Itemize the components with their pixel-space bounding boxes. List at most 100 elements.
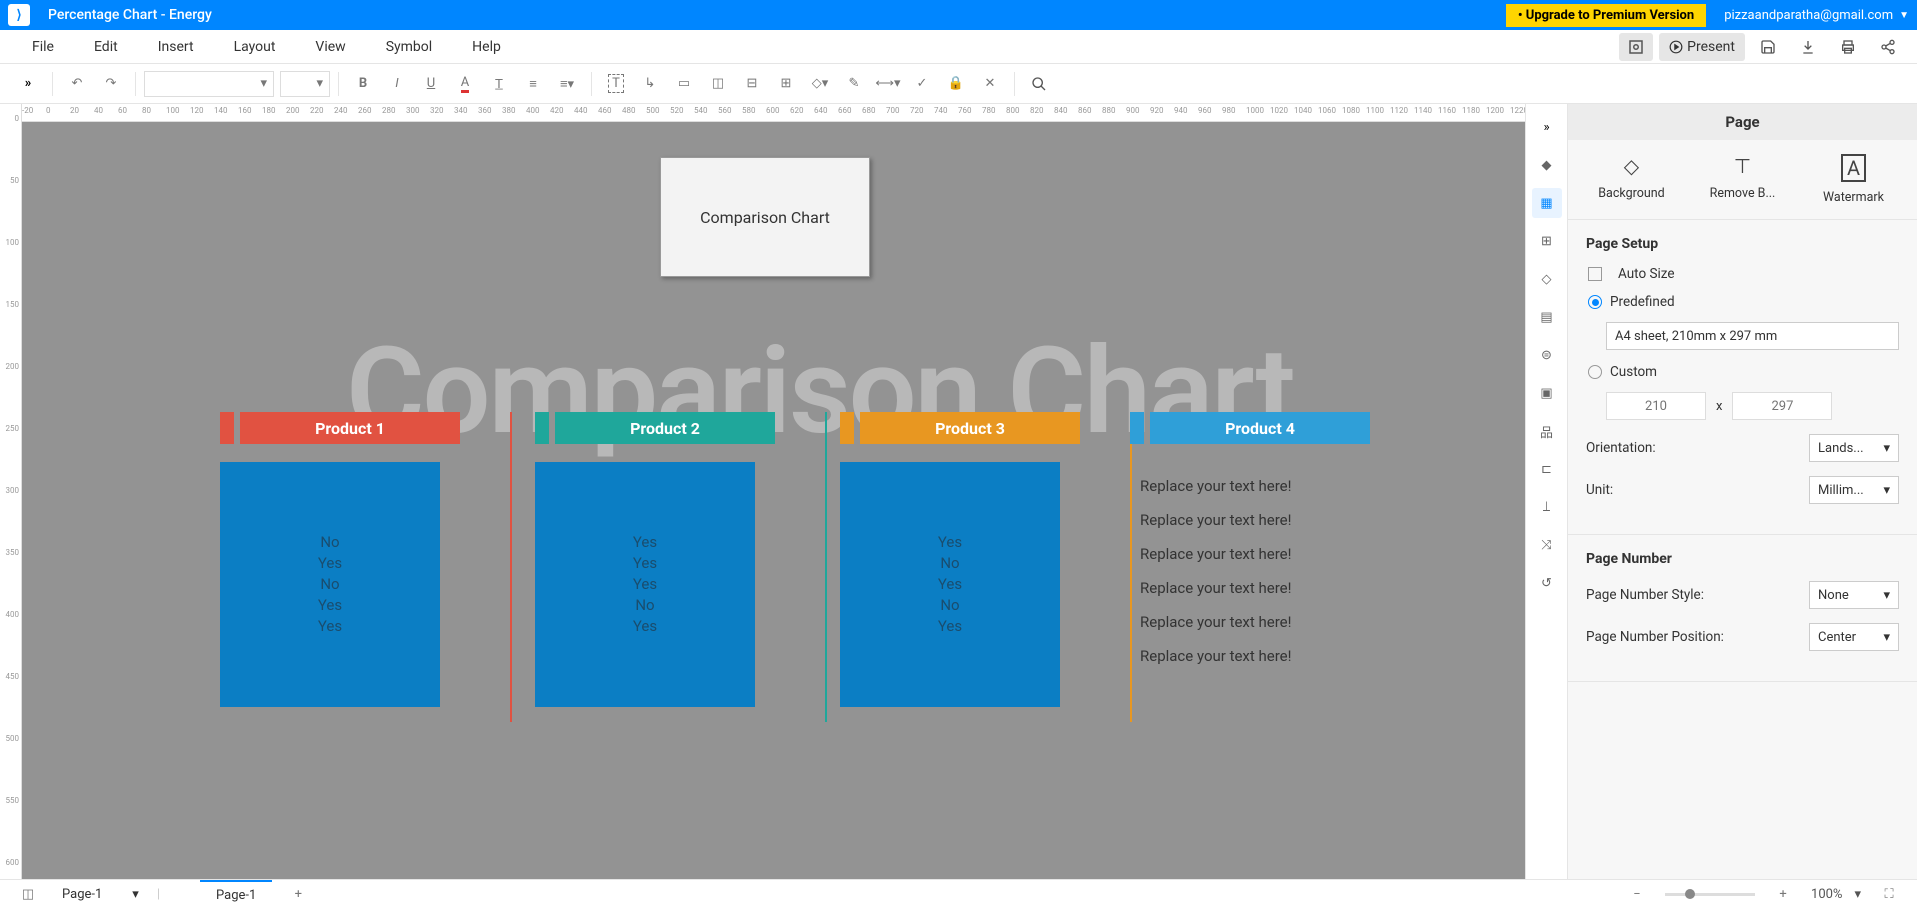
ruler-icon[interactable]: ⟘ [1532,492,1562,522]
pagenum-style-label: Page Number Style: [1586,587,1809,603]
image-icon[interactable]: ▣ [1532,378,1562,408]
collapse-panel-icon[interactable]: » [1532,112,1562,142]
watermark-icon: A [1841,154,1866,182]
background-action[interactable]: ◇Background [1576,154,1687,205]
fullscreen-icon[interactable]: ⛶ [1873,880,1905,910]
page-dropdown[interactable]: Page-1▾ [54,887,147,902]
add-page-icon[interactable]: + [282,880,314,910]
panel-toggle-icon[interactable]: ◫ [12,880,44,910]
shuffle-icon[interactable]: ⤨ [1532,530,1562,560]
zoom-out-icon[interactable]: − [1621,880,1653,910]
theme-icon[interactable]: ◆ [1532,150,1562,180]
user-dropdown-icon[interactable]: ▼ [1899,10,1909,21]
app-logo[interactable]: ⟩ [8,4,30,26]
user-email[interactable]: pizzaandparatha@gmail.com [1724,8,1893,23]
italic-icon[interactable]: I [381,69,413,99]
predefined-radio[interactable]: Predefined [1588,294,1899,310]
product-block-1[interactable]: Product 1NoYesNoYesYes [220,412,460,707]
product-block-3[interactable]: Product 3YesNoYesNoYes [840,412,1080,707]
shapes-panel-icon[interactable]: ⊞ [1532,226,1562,256]
download-icon[interactable] [1791,33,1825,61]
font-family-select[interactable]: ▾ [144,71,274,97]
product-row: Yes [318,553,342,574]
connector-icon[interactable]: ↳ [634,69,666,99]
line-color-icon[interactable]: ✎ [838,69,870,99]
product-row: Yes [318,595,342,616]
font-color-icon[interactable]: A [449,69,481,99]
replace-text-row[interactable]: Replace your text here! [1140,647,1291,665]
tree-icon[interactable]: 品 [1532,416,1562,446]
replace-text-row[interactable]: Replace your text here! [1140,613,1291,631]
menu-insert[interactable]: Insert [138,39,214,55]
menu-symbol[interactable]: Symbol [366,39,452,55]
unit-select[interactable]: Millim...▾ [1809,476,1899,504]
menu-file[interactable]: File [12,39,74,55]
orientation-select[interactable]: Lands...▾ [1809,434,1899,462]
replace-text-row[interactable]: Replace your text here! [1140,545,1291,563]
history-icon[interactable]: ↺ [1532,568,1562,598]
replace-text-row[interactable]: Replace your text here! [1140,579,1291,597]
replace-text-row[interactable]: Replace your text here! [1140,511,1291,529]
share-icon[interactable] [1871,33,1905,61]
redo-icon[interactable]: ↷ [95,69,127,99]
page-tab[interactable]: Page-1 [200,880,272,910]
remove-bg-action[interactable]: ⊤Remove B... [1687,154,1798,205]
undo-icon[interactable]: ↶ [61,69,93,99]
statusbar: ◫ Page-1▾ | Page-1 + − + 100%▾ ⛶ [0,879,1917,909]
focus-mode-button[interactable] [1619,33,1653,61]
print-icon[interactable] [1831,33,1865,61]
menu-view[interactable]: View [295,39,365,55]
line-style-icon[interactable]: ⟷▾ [872,69,904,99]
upgrade-button[interactable]: • Upgrade to Premium Version [1506,4,1706,27]
menu-layout[interactable]: Layout [214,39,296,55]
menu-help[interactable]: Help [452,39,521,55]
shape-icon[interactable]: ▭ [668,69,700,99]
pagenum-style-select[interactable]: None▾ [1809,581,1899,609]
document-title: Percentage Chart - Energy [48,7,1506,23]
page-settings-icon[interactable]: ▦ [1532,188,1562,218]
align-text-icon[interactable]: ≡ [517,69,549,99]
object-icon[interactable]: ⊏ [1532,454,1562,484]
product-block-2[interactable]: Product 2YesYesYesNoYes [535,412,775,707]
text-tool-icon[interactable]: T [600,69,632,99]
zoom-in-icon[interactable]: + [1767,880,1799,910]
line-spacing-icon[interactable]: ≡▾ [551,69,583,99]
page-setup-heading: Page Setup [1586,236,1899,252]
product-block-4[interactable]: Product 4 [1130,412,1370,462]
fill-icon[interactable]: ◇▾ [804,69,836,99]
replace-text-row[interactable]: Replace your text here! [1140,477,1291,495]
underline-icon[interactable]: U [415,69,447,99]
save-icon[interactable] [1751,33,1785,61]
tools-icon[interactable]: ✕ [974,69,1006,99]
height-input[interactable] [1732,392,1832,420]
product-header-label: Product 1 [240,412,460,444]
expand-toolbar-icon[interactable]: » [12,69,44,99]
present-button[interactable]: Present [1659,33,1745,61]
search-icon[interactable] [1023,69,1055,99]
group-icon[interactable]: ◫ [702,69,734,99]
menu-edit[interactable]: Edit [74,39,138,55]
orientation-label: Orientation: [1586,440,1809,456]
lock-icon[interactable]: 🔒 [940,69,972,99]
zoom-value: 100% [1811,887,1842,902]
canvas[interactable]: Comparison Chart Comparison Chart Produc… [22,122,1525,879]
highlight-icon[interactable]: T̲ [483,69,515,99]
product-row: No [940,553,959,574]
font-size-select[interactable]: ▾ [280,71,330,97]
distribute-icon[interactable]: ⊞ [770,69,802,99]
data-icon[interactable]: ⊜ [1532,340,1562,370]
layers-icon[interactable]: ◇ [1532,264,1562,294]
auto-size-checkbox[interactable]: Auto Size [1588,266,1899,282]
outline-icon[interactable]: ▤ [1532,302,1562,332]
product-row: No [940,595,959,616]
zoom-slider[interactable] [1665,893,1755,896]
pagenum-pos-select[interactable]: Center▾ [1809,623,1899,651]
bold-icon[interactable]: B [347,69,379,99]
title-shape[interactable]: Comparison Chart [660,157,870,277]
predefined-size-select[interactable]: A4 sheet, 210mm x 297 mm [1606,322,1899,350]
custom-radio[interactable]: Custom [1588,364,1899,380]
edit-shape-icon[interactable]: ✓ [906,69,938,99]
watermark-action[interactable]: AWatermark [1798,154,1909,205]
align-objects-icon[interactable]: ⊟ [736,69,768,99]
width-input[interactable] [1606,392,1706,420]
